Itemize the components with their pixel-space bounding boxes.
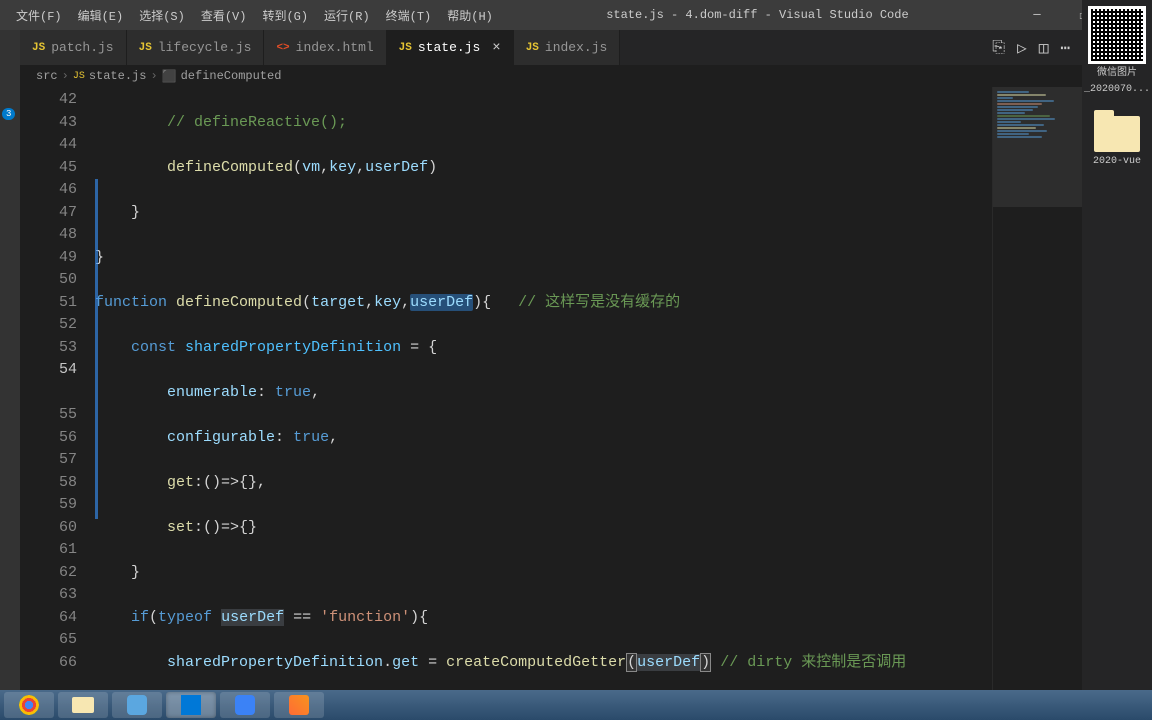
close-tab-icon[interactable]: ×: [492, 40, 500, 56]
titlebar: 文件(F) 编辑(E) 选择(S) 查看(V) 转到(G) 运行(R) 终端(T…: [0, 0, 1152, 30]
tab-index-html[interactable]: <> index.html: [264, 30, 386, 65]
bc-src[interactable]: src: [36, 69, 58, 83]
breadcrumb[interactable]: src › JS state.js › ⬛ defineComputed: [20, 65, 1082, 87]
js-icon: JS: [139, 42, 152, 54]
qr-label2: _2020070...: [1082, 84, 1152, 96]
folder-icon[interactable]: [1094, 116, 1140, 152]
tab-bar: JS patch.js JS lifecycle.js <> index.html J…: [20, 30, 1082, 65]
line-numbers: 42434445 46474849 50515253 545556 575859…: [20, 87, 95, 700]
editor-area: JS patch.js JS lifecycle.js <> index.html J…: [20, 30, 1082, 700]
scm-badge: 3: [2, 108, 15, 120]
folder-label: 2020-vue: [1082, 156, 1152, 168]
explorer-taskbar-icon[interactable]: [58, 692, 108, 718]
window-title: state.js - 4.dom-diff - Visual Studio Co…: [501, 8, 1014, 22]
code-editor[interactable]: 42434445 46474849 50515253 545556 575859…: [20, 87, 1082, 700]
menu-help[interactable]: 帮助(H): [439, 3, 501, 28]
tab-state[interactable]: JS state.js ×: [387, 30, 514, 65]
html-icon: <>: [276, 42, 289, 54]
tab-patch[interactable]: JS patch.js: [20, 30, 127, 65]
app-taskbar-icon[interactable]: [112, 692, 162, 718]
more-icon[interactable]: ⋯: [1060, 38, 1070, 58]
qr-label1: 微信图片: [1082, 68, 1152, 80]
tab-label: lifecycle.js: [158, 40, 252, 55]
split-icon[interactable]: ◫: [1039, 38, 1049, 58]
editor-actions: ⎘ ▷ ◫ ⋯: [992, 30, 1082, 65]
menu-file[interactable]: 文件(F): [8, 3, 70, 28]
bc-method[interactable]: defineComputed: [181, 69, 282, 83]
chevron-icon: ›: [150, 69, 157, 83]
fold-indicator: [95, 179, 98, 519]
activity-bar: 3: [0, 30, 20, 700]
js-icon: JS: [526, 42, 539, 54]
chrome-taskbar-icon[interactable]: [4, 692, 54, 718]
tab-label: index.js: [545, 40, 607, 55]
app2-taskbar-icon[interactable]: [220, 692, 270, 718]
menu-go[interactable]: 转到(G): [254, 3, 316, 28]
paint-taskbar-icon[interactable]: [274, 692, 324, 718]
menu-select[interactable]: 选择(S): [131, 3, 193, 28]
qr-code-image: [1088, 6, 1146, 64]
code-content[interactable]: // defineReactive(); defineComputed(vm,k…: [95, 87, 992, 700]
bc-file[interactable]: state.js: [89, 69, 147, 83]
compare-icon[interactable]: ⎘: [992, 39, 1005, 57]
menu-bar: 文件(F) 编辑(E) 选择(S) 查看(V) 转到(G) 运行(R) 终端(T…: [0, 3, 501, 28]
side-panel: 微信图片 _2020070... 2020-vue: [1082, 0, 1152, 720]
vscode-taskbar-icon[interactable]: [166, 692, 216, 718]
menu-view[interactable]: 查看(V): [193, 3, 255, 28]
menu-terminal[interactable]: 终端(T): [378, 3, 440, 28]
js-icon: JS: [399, 42, 412, 54]
method-icon: ⬛: [162, 69, 177, 84]
js-icon: JS: [32, 42, 45, 54]
tab-label: index.html: [296, 40, 374, 55]
tab-lifecycle[interactable]: JS lifecycle.js: [127, 30, 265, 65]
js-icon: JS: [73, 71, 85, 82]
chevron-icon: ›: [62, 69, 69, 83]
run-icon[interactable]: ▷: [1017, 38, 1027, 58]
menu-run[interactable]: 运行(R): [316, 3, 378, 28]
minimize-button[interactable]: ─: [1014, 0, 1060, 30]
tab-label: patch.js: [51, 40, 113, 55]
menu-edit[interactable]: 编辑(E): [70, 3, 132, 28]
tab-label: state.js: [418, 40, 480, 55]
minimap[interactable]: [992, 87, 1082, 700]
tab-index-js[interactable]: JS index.js: [514, 30, 621, 65]
windows-taskbar: [0, 690, 1152, 720]
